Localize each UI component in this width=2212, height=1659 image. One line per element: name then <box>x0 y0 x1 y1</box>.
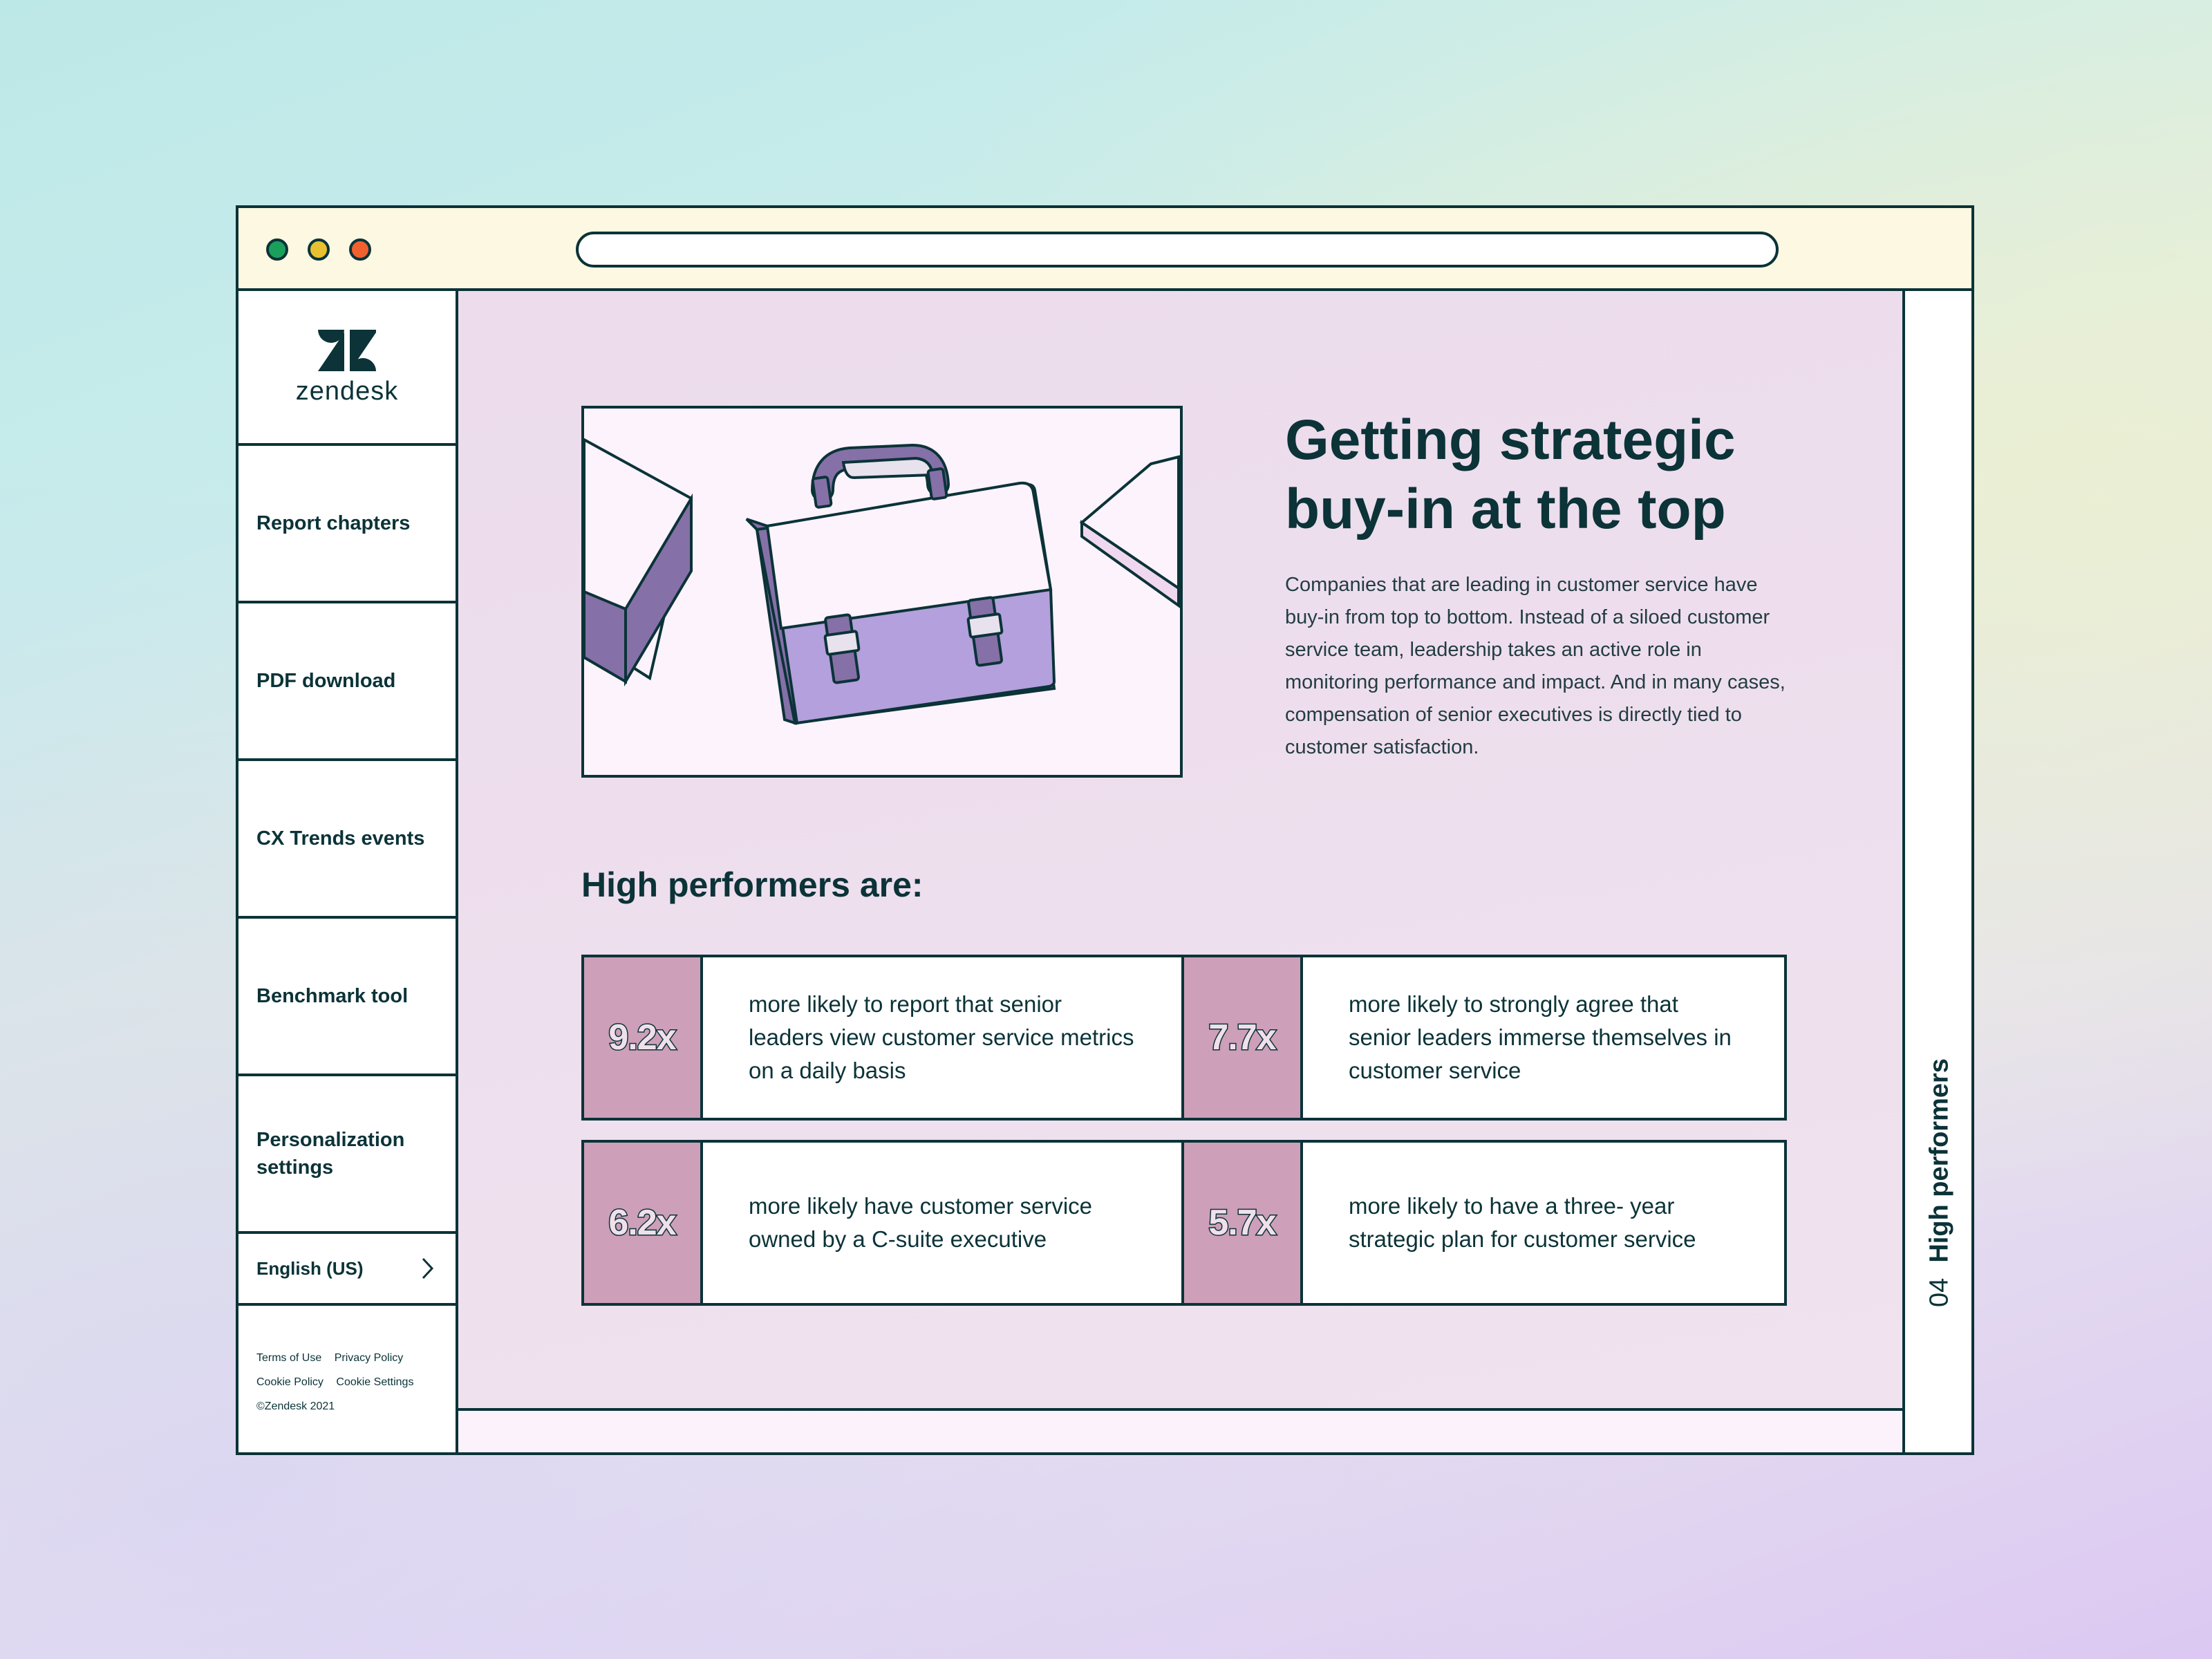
stat-value: 6.2x <box>584 1143 703 1303</box>
close-button[interactable] <box>349 238 371 261</box>
address-bar[interactable] <box>576 232 1779 268</box>
maximize-button[interactable] <box>266 238 288 261</box>
stats-grid: 9.2x more likely to report that senior l… <box>581 955 1787 1325</box>
sidebar-item-pdf-download[interactable]: PDF download <box>238 603 456 761</box>
stat-card: 9.2x more likely to report that senior l… <box>581 955 1184 1121</box>
main-content: Getting strategic buy-in at the top Comp… <box>458 291 1902 1452</box>
language-label: English (US) <box>256 1258 364 1279</box>
sidebar-item-report-chapters[interactable]: Report chapters <box>238 446 456 603</box>
browser-window: zendesk Report chapters PDF download CX … <box>236 205 1974 1455</box>
logo-wordmark: zendesk <box>295 377 399 406</box>
stat-value: 9.2x <box>584 957 703 1118</box>
stat-card: 5.7x more likely to have a three- year s… <box>1184 1140 1787 1306</box>
minimize-button[interactable] <box>308 238 330 261</box>
stat-description: more likely to report that senior leader… <box>749 991 1134 1083</box>
browser-titlebar <box>238 208 1971 291</box>
terms-link[interactable]: Terms of Use <box>256 1352 321 1364</box>
chapter-rail[interactable]: 04 High performers <box>1902 291 1971 1452</box>
briefcase-illustration <box>581 406 1183 778</box>
privacy-link[interactable]: Privacy Policy <box>335 1352 404 1364</box>
sidebar-item-label: Personalization settings <box>256 1129 405 1179</box>
stat-value: 5.7x <box>1184 1143 1303 1303</box>
briefcase-icon <box>584 438 1180 725</box>
stats-row: 9.2x more likely to report that senior l… <box>581 955 1787 1121</box>
language-selector[interactable]: English (US) <box>238 1234 456 1306</box>
stat-value: 7.7x <box>1184 957 1303 1118</box>
logo[interactable]: zendesk <box>238 291 456 446</box>
copyright: ©Zendesk 2021 <box>256 1400 335 1412</box>
chevron-right-icon <box>422 1257 434 1280</box>
sidebar-item-cx-trends-events[interactable]: CX Trends events <box>238 761 456 919</box>
sidebar-item-benchmark-tool[interactable]: Benchmark tool <box>238 919 456 1076</box>
footer-links: Terms of Use Privacy Policy Cookie Polic… <box>238 1306 456 1418</box>
chapter-title: High performers <box>1924 1058 1954 1263</box>
sidebar-item-personalization-settings[interactable]: Personalization settings <box>238 1076 458 1234</box>
page-title: Getting strategic buy-in at the top <box>1285 409 1736 541</box>
cookie-policy-link[interactable]: Cookie Policy <box>256 1376 324 1388</box>
stat-description: more likely to have a three- year strate… <box>1349 1193 1696 1252</box>
sidebar: zendesk Report chapters PDF download CX … <box>238 291 458 1452</box>
content-footer-bar <box>458 1408 1902 1452</box>
stat-description: more likely to strongly agree that senio… <box>1349 991 1732 1083</box>
chapter-label: 04 High performers <box>1925 1058 1955 1307</box>
section-title: High performers are: <box>581 865 924 904</box>
stat-description: more likely have customer service owned … <box>749 1193 1092 1252</box>
stat-card: 6.2x more likely have customer service o… <box>581 1140 1184 1306</box>
chapter-number: 04 <box>1924 1277 1954 1307</box>
zendesk-logo-icon <box>318 330 376 371</box>
stat-card: 7.7x more likely to strongly agree that … <box>1184 955 1787 1121</box>
stats-row: 6.2x more likely have customer service o… <box>581 1140 1787 1306</box>
cookie-settings-link[interactable]: Cookie Settings <box>336 1376 413 1388</box>
intro-paragraph: Companies that are leading in customer s… <box>1285 574 1785 758</box>
